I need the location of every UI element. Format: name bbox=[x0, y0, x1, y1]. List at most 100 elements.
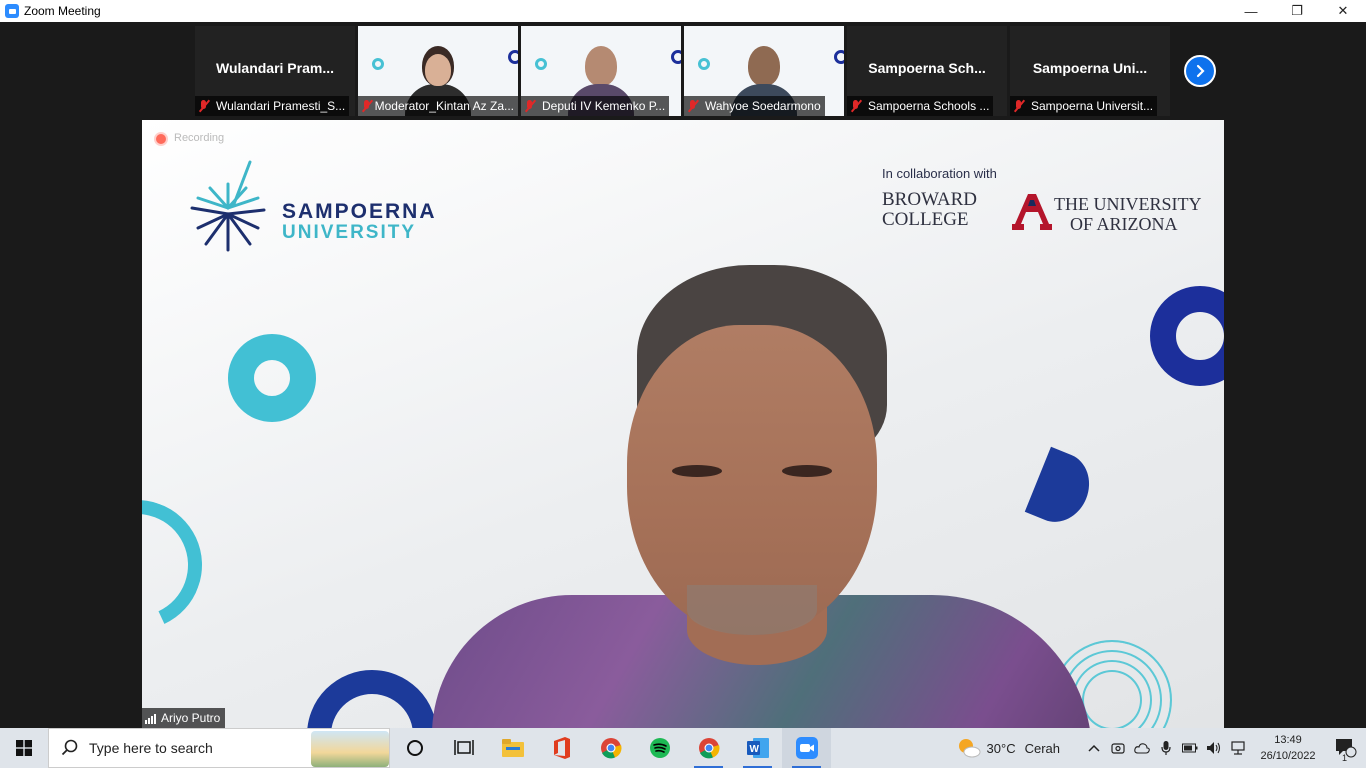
participant-tile[interactable]: Sampoerna Sch... Sampoerna Schools ... bbox=[847, 26, 1007, 116]
svg-text:W: W bbox=[749, 744, 759, 755]
speaker-name-tag: Ariyo Putro bbox=[142, 708, 226, 728]
tray-meet-now[interactable] bbox=[1106, 742, 1130, 754]
participant-tile[interactable]: Moderator_Kintan Az Za... bbox=[358, 26, 518, 116]
system-tray: 30°C Cerah 13:49 26/10/2022 1 bbox=[957, 728, 1366, 768]
taskbar-zoom[interactable] bbox=[782, 728, 831, 768]
partly-sunny-icon bbox=[958, 739, 981, 758]
background-ring bbox=[698, 58, 710, 70]
tray-microphone[interactable] bbox=[1154, 741, 1178, 755]
search-icon bbox=[61, 739, 78, 756]
system-clock[interactable]: 13:49 26/10/2022 bbox=[1250, 732, 1326, 764]
signal-strength-icon bbox=[145, 713, 156, 724]
close-button[interactable]: ✕ bbox=[1320, 0, 1366, 22]
participant-display-name: Wulandari Pram... bbox=[216, 60, 334, 76]
spotify-icon bbox=[649, 738, 670, 758]
windows-taskbar: Type here to search W 30°C Cerah 13:49 2… bbox=[0, 728, 1366, 768]
decorative-ring bbox=[1150, 286, 1224, 386]
university-of-arizona-a-icon bbox=[1012, 194, 1052, 230]
file-explorer-icon bbox=[501, 739, 524, 757]
university-of-arizona-wordmark: THE UNIVERSITY OF ARIZONA bbox=[1054, 194, 1201, 234]
background-ring bbox=[535, 58, 547, 70]
mic-muted-icon bbox=[1012, 99, 1026, 113]
task-view-icon bbox=[453, 740, 474, 755]
decorative-ring bbox=[228, 334, 316, 422]
participant-tile[interactable]: Wahyoe Soedarmono bbox=[684, 26, 844, 116]
sampoerna-wordmark: SAMPOERNA UNIVERSITY bbox=[282, 200, 437, 244]
taskbar-word[interactable]: W bbox=[733, 728, 782, 768]
background-ring bbox=[372, 58, 384, 70]
taskbar-chrome-2[interactable] bbox=[684, 728, 733, 768]
taskbar-file-explorer[interactable] bbox=[488, 728, 537, 768]
tray-volume[interactable] bbox=[1202, 741, 1226, 755]
participant-tile[interactable]: Wulandari Pram... Wulandari Pramesti_S..… bbox=[195, 26, 355, 116]
office-icon bbox=[553, 737, 570, 759]
decorative-arc bbox=[142, 481, 221, 649]
participant-label-text: Wahyoe Soedarmono bbox=[705, 99, 821, 113]
participant-label-text: Wulandari Pramesti_S... bbox=[216, 99, 346, 113]
sampoerna-starburst-logo bbox=[190, 160, 266, 252]
cortana-icon bbox=[406, 740, 423, 756]
background-ring bbox=[671, 50, 681, 64]
mic-muted-icon bbox=[197, 99, 211, 113]
participant-gallery-strip: Wulandari Pram... Wulandari Pramesti_S..… bbox=[0, 22, 1366, 120]
decorative-ring bbox=[307, 670, 437, 728]
mic-muted-icon bbox=[686, 99, 700, 113]
participant-tile[interactable]: Sampoerna Uni... Sampoerna Universit... bbox=[1010, 26, 1170, 116]
weather-description: Cerah bbox=[1024, 740, 1060, 756]
chrome-icon bbox=[698, 738, 720, 759]
start-button[interactable] bbox=[0, 728, 48, 768]
background-ring bbox=[508, 50, 518, 64]
window-title: Zoom Meeting bbox=[24, 4, 101, 18]
brand-line-2: UNIVERSITY bbox=[282, 222, 417, 243]
ua-line-2: OF ARIZONA bbox=[1070, 214, 1178, 234]
next-page-button[interactable] bbox=[1184, 55, 1216, 87]
task-view-button[interactable] bbox=[439, 728, 488, 768]
network-icon bbox=[1231, 741, 1245, 755]
mini-brand-logo bbox=[527, 34, 569, 42]
zoom-app-icon bbox=[5, 4, 19, 18]
recording-label: Recording bbox=[174, 132, 225, 144]
participant-label-text: Moderator_Kintan Az Za... bbox=[374, 99, 514, 113]
camera-icon bbox=[1111, 743, 1125, 754]
word-icon: W bbox=[746, 738, 769, 758]
taskbar-spotify[interactable] bbox=[635, 728, 684, 768]
participant-label: Moderator_Kintan Az Za... bbox=[358, 96, 518, 116]
notification-center-button[interactable]: 1 bbox=[1326, 738, 1366, 763]
collaboration-caption: In collaboration with bbox=[882, 166, 997, 181]
taskbar-chrome[interactable] bbox=[586, 728, 635, 768]
participant-label: Sampoerna Schools ... bbox=[847, 96, 994, 116]
broward-college-logo: BROWARD COLLEGE bbox=[882, 190, 977, 230]
mini-brand-logo bbox=[690, 34, 732, 42]
chrome-icon bbox=[600, 738, 622, 759]
speaker-name: Ariyo Putro bbox=[161, 711, 221, 725]
cortana-button[interactable] bbox=[390, 728, 439, 768]
microphone-icon bbox=[1161, 741, 1171, 755]
broward-line-2: COLLEGE bbox=[882, 209, 969, 230]
participant-display-name: Sampoerna Uni... bbox=[1032, 60, 1148, 76]
show-hidden-icons-button[interactable] bbox=[1082, 744, 1106, 752]
search-placeholder: Type here to search bbox=[89, 740, 213, 756]
tray-onedrive[interactable] bbox=[1130, 742, 1154, 754]
taskbar-office[interactable] bbox=[537, 728, 586, 768]
participant-tile[interactable]: Deputi IV Kemenko P... bbox=[521, 26, 681, 116]
clock-date: 26/10/2022 bbox=[1260, 750, 1316, 762]
search-highlight-illustration bbox=[311, 731, 389, 767]
brand-line-1: SAMPOERNA bbox=[282, 200, 437, 223]
mini-brand-logo bbox=[364, 34, 406, 42]
minimize-button[interactable]: — bbox=[1228, 0, 1274, 22]
active-speaker-video[interactable]: Recording SAMPOERNA UNIVERSITY In collab… bbox=[142, 120, 1224, 728]
tray-battery[interactable] bbox=[1178, 743, 1202, 753]
ua-line-1: THE UNIVERSITY bbox=[1054, 194, 1202, 214]
restore-button[interactable]: ❐ bbox=[1274, 0, 1320, 22]
cloud-icon bbox=[1134, 742, 1150, 754]
participant-label: Deputi IV Kemenko P... bbox=[521, 96, 670, 116]
mic-muted-icon bbox=[360, 99, 370, 113]
tray-network[interactable] bbox=[1226, 741, 1250, 755]
taskbar-search-box[interactable]: Type here to search bbox=[48, 728, 390, 768]
broward-line-1: BROWARD bbox=[882, 189, 978, 210]
participant-label: Wahyoe Soedarmono bbox=[684, 96, 825, 116]
participant-label: Sampoerna Universit... bbox=[1010, 96, 1158, 116]
weather-widget[interactable]: 30°C Cerah bbox=[957, 737, 1060, 759]
participant-label: Wulandari Pramesti_S... bbox=[195, 96, 350, 116]
weather-temperature: 30°C bbox=[986, 740, 1016, 756]
